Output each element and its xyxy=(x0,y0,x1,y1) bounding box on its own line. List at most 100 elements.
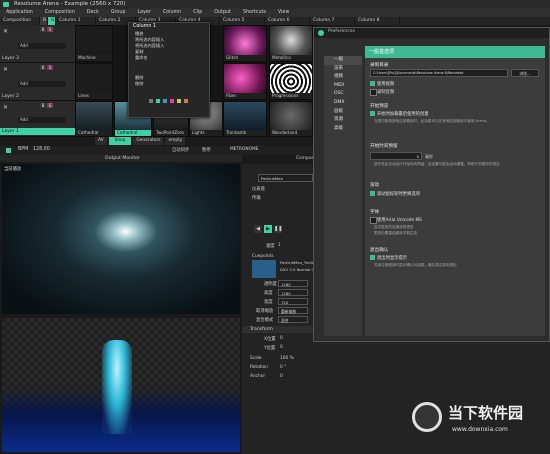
app-logo-icon xyxy=(3,2,9,7)
prop-value[interactable]: 重新缩放 xyxy=(278,307,308,314)
quit-confirm-checkbox[interactable]: 退出时显示提示 xyxy=(370,255,407,261)
clip-slot[interactable]: Glitch xyxy=(223,25,267,62)
time-value-field[interactable]: 0 xyxy=(370,152,422,160)
layer-1-close-icon[interactable]: ✕ xyxy=(3,104,8,111)
tab-column-8[interactable]: Column 8 xyxy=(355,17,400,25)
menu-group[interactable]: Group xyxy=(105,9,132,17)
layer-3-s-button[interactable]: S xyxy=(47,27,53,32)
layer-3-close-icon[interactable]: ✕ xyxy=(3,28,8,35)
layer-2-s-button[interactable]: S xyxy=(47,65,53,70)
clip-slot[interactable]: Machine xyxy=(75,25,113,62)
speed-value[interactable]: 1 xyxy=(278,243,281,248)
clip-slot[interactable]: Trontastik xyxy=(223,101,267,137)
cuepoints-row[interactable]: Cuepoints xyxy=(252,254,274,259)
tab-generators[interactable]: Generators xyxy=(133,137,164,145)
tab-g[interactable]: G xyxy=(48,17,56,25)
arial-unicode-checkbox[interactable]: 使用Arial Unicode MS xyxy=(370,217,422,224)
load-last-checkbox[interactable]: 开始时加载最后使用的创意 xyxy=(370,111,429,117)
layer-1-b-button[interactable]: B xyxy=(40,103,46,108)
nav-dmx[interactable]: DMX xyxy=(324,99,362,108)
clip-label: Cathedral xyxy=(76,130,112,136)
transport-row[interactable]: 传输 xyxy=(252,195,261,201)
layer-2-close-icon[interactable]: ✕ xyxy=(3,66,8,73)
clip-slot[interactable]: Metallica xyxy=(269,25,313,62)
layer-2-add[interactable]: Add xyxy=(18,81,66,87)
nav-resources[interactable]: 资源 xyxy=(324,116,362,125)
nav-osc[interactable]: OSC xyxy=(324,90,362,99)
metronome-button[interactable]: METRONOME xyxy=(230,147,258,152)
tab-column-5[interactable]: Column 5 xyxy=(220,17,265,25)
tab-b[interactable]: B xyxy=(40,17,48,25)
layer-1-label[interactable]: Layer 1 xyxy=(0,128,75,135)
record-audio-checkbox[interactable]: 录制音频 xyxy=(370,89,394,96)
tab-empty[interactable]: empty xyxy=(165,137,186,145)
nav-layers[interactable]: 层级 xyxy=(324,108,362,117)
menu-shortcuts[interactable]: Shortcuts xyxy=(237,9,272,17)
layer-3-b-button[interactable]: B xyxy=(40,27,46,32)
transform-value[interactable]: 0 xyxy=(280,345,283,350)
prop-value[interactable]: 混合 xyxy=(278,316,308,323)
menu-application[interactable]: Application xyxy=(0,9,39,17)
tab-column-7[interactable]: Column 7 xyxy=(310,17,355,25)
layer-2-b-button[interactable]: B xyxy=(40,65,46,70)
context-item-remove[interactable]: 移除 xyxy=(129,81,209,87)
prop-value[interactable]: 1280 xyxy=(278,289,308,296)
dashboard-row[interactable]: 仪表盘 xyxy=(252,186,265,192)
menu-deck[interactable]: Deck xyxy=(81,9,105,17)
clip-slot[interactable]: Wonderland xyxy=(269,101,313,137)
nav-video[interactable]: 视频 xyxy=(324,73,362,82)
font-section-title: 字体 xyxy=(370,210,380,215)
swatch[interactable] xyxy=(149,99,153,103)
swatch[interactable] xyxy=(177,99,181,103)
transform-value[interactable]: 0 ° xyxy=(280,365,286,370)
record-path-field[interactable]: C:\Users\[Pro]\Documents\Resolume Arena … xyxy=(370,69,508,77)
menu-column[interactable]: Column xyxy=(157,9,187,17)
transform-value[interactable]: 0 xyxy=(280,336,283,341)
browse-button[interactable]: 浏览... xyxy=(511,69,539,77)
play-icon[interactable]: ▶ xyxy=(264,225,272,233)
preferences-title: Preferences xyxy=(328,29,356,34)
play-reverse-icon[interactable]: ◀ xyxy=(254,225,262,233)
swatch[interactable] xyxy=(184,99,188,103)
tab-column-1[interactable]: Column 1 xyxy=(56,17,96,25)
pause-button[interactable]: 暂停 xyxy=(202,147,211,153)
clip-slot[interactable]: Lines xyxy=(75,63,113,100)
prop-label: 取消缩放 xyxy=(256,309,274,314)
clip-slot[interactable]: Fiber xyxy=(223,63,267,100)
menu-output[interactable]: Output xyxy=(208,9,237,17)
layer-preview[interactable] xyxy=(2,318,240,452)
swatch[interactable] xyxy=(163,99,167,103)
clip-slot[interactable]: Progressions xyxy=(269,63,313,100)
tab-column-6[interactable]: Column 6 xyxy=(265,17,310,25)
prop-value[interactable]: 1280 xyxy=(278,280,308,287)
tab-av[interactable]: AV xyxy=(95,137,107,145)
scroll-checkbox[interactable]: 滚动鼠标轮时更换选项 xyxy=(370,191,420,197)
menu-clip[interactable]: Clip xyxy=(187,9,208,17)
layer-1-s-button[interactable]: S xyxy=(47,103,53,108)
transform-value[interactable]: 0 xyxy=(280,374,283,379)
swatch[interactable] xyxy=(156,99,160,103)
nav-midi[interactable]: MIDI xyxy=(324,82,362,91)
layer-3-add[interactable]: Add xyxy=(18,43,66,49)
swatch[interactable] xyxy=(170,99,174,103)
clip-slot[interactable]: Cathedral xyxy=(75,101,113,137)
layer-1-add[interactable]: Add xyxy=(18,117,66,123)
menu-view[interactable]: View xyxy=(272,9,295,17)
sync-button[interactable]: 自动同步 xyxy=(172,147,189,153)
transform-value[interactable]: 100 % xyxy=(280,356,294,361)
output-preview[interactable]: 当前播放 xyxy=(2,164,240,314)
pause-icon[interactable]: ❚❚ xyxy=(274,225,282,233)
menu-layer[interactable]: Layer xyxy=(131,9,156,17)
prop-label: 高度 xyxy=(264,291,273,296)
nav-advanced[interactable]: 高级 xyxy=(324,125,362,134)
nav-general[interactable]: 一般 xyxy=(324,56,362,65)
prop-value[interactable]: 720 xyxy=(278,298,308,305)
prop-label: 宽度 xyxy=(264,300,273,305)
menu-composition[interactable]: Composition xyxy=(39,9,81,17)
tab-shop[interactable]: Shop xyxy=(108,137,132,145)
tab-composition[interactable]: Composition xyxy=(0,17,40,25)
record-video-checkbox[interactable]: 使用视频 xyxy=(370,81,394,87)
bpm-value[interactable]: 128.00 xyxy=(33,147,50,152)
nav-render[interactable]: 渲染 xyxy=(324,65,362,74)
clip-title-field[interactable]: ParticleMan xyxy=(258,174,313,182)
